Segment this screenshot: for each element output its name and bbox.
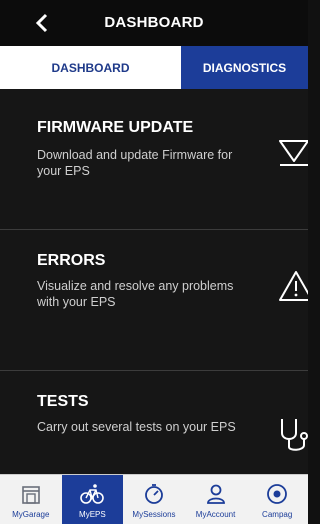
chevron-left-icon xyxy=(35,13,48,33)
nav-mygarage[interactable]: MyGarage xyxy=(0,475,62,524)
item-title: TESTS xyxy=(37,393,89,410)
firmware-update-item[interactable]: FIRMWARE UPDATE Download and update Firm… xyxy=(0,89,308,230)
nav-label: Campag xyxy=(262,510,293,519)
tab-diagnostics[interactable]: DIAGNOSTICS xyxy=(181,46,308,89)
tab-bar: DASHBOARD DIAGNOSTICS xyxy=(0,46,308,89)
app: DASHBOARD DASHBOARD DIAGNOSTICS FIRMWARE… xyxy=(0,0,308,524)
errors-item[interactable]: ERRORS Visualize and resolve any problem… xyxy=(0,230,308,371)
user-icon xyxy=(204,482,228,506)
nav-myaccount[interactable]: MyAccount xyxy=(185,475,247,524)
diagnostics-list: FIRMWARE UPDATE Download and update Firm… xyxy=(0,89,308,511)
item-title: FIRMWARE UPDATE xyxy=(37,119,194,136)
nav-label: MyGarage xyxy=(12,510,50,519)
item-description: Carry out several tests on your EPS xyxy=(37,420,236,434)
garage-icon xyxy=(19,482,43,506)
bottom-navigation: MyGarage MyEPS MySessions MyAccount Camp… xyxy=(0,474,308,524)
nav-label: MyAccount xyxy=(195,510,236,519)
nav-campag[interactable]: Campag xyxy=(246,475,308,524)
stethoscope-icon xyxy=(278,415,308,455)
download-icon xyxy=(278,133,308,173)
warning-icon xyxy=(278,266,308,306)
item-description: Visualize and resolve any problems with … xyxy=(37,279,234,309)
stopwatch-icon xyxy=(142,482,166,506)
nav-mysessions[interactable]: MySessions xyxy=(123,475,185,524)
item-title: ERRORS xyxy=(37,252,106,269)
header-bar: DASHBOARD xyxy=(0,0,308,46)
nav-label: MyEPS xyxy=(79,510,106,519)
nav-label: MySessions xyxy=(132,510,176,519)
back-button[interactable] xyxy=(30,8,54,38)
item-description: Download and update Firmware for your EP… xyxy=(37,148,233,178)
nav-myeps[interactable]: MyEPS xyxy=(61,475,124,524)
bicycle-icon xyxy=(80,482,105,506)
tab-dashboard[interactable]: DASHBOARD xyxy=(0,46,181,89)
campag-logo-icon xyxy=(265,482,289,506)
